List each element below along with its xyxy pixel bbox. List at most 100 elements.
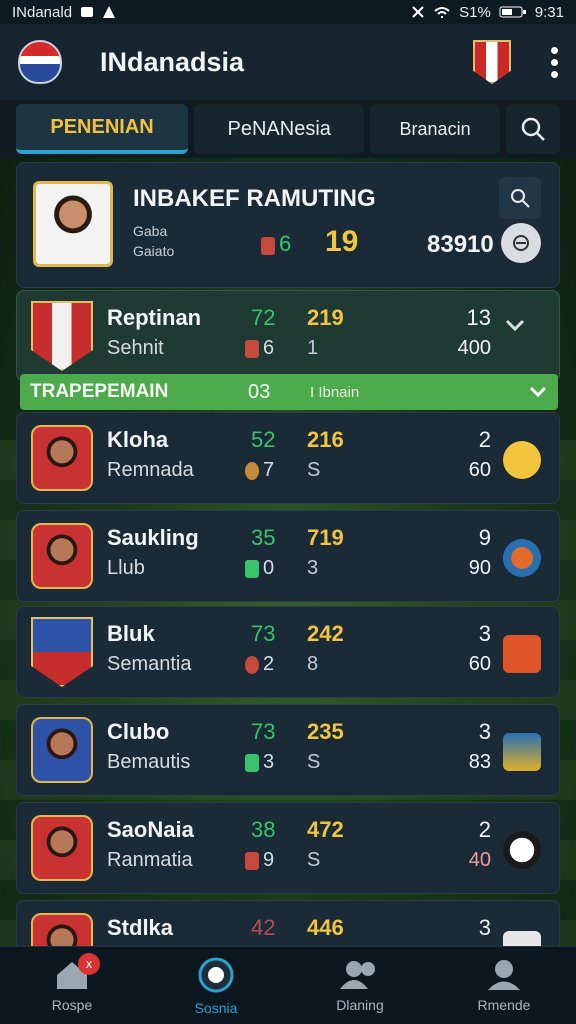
row-stat-top: 35 [251, 525, 276, 550]
card-icon [245, 559, 259, 578]
card-icon [245, 753, 259, 772]
row-sub: Bemautis [107, 751, 191, 773]
row-small: 8 [307, 653, 319, 675]
tab-bar: PENENIAN PeNANesia Branacin [0, 100, 576, 158]
row-score: 235 [307, 719, 344, 744]
row-right-bottom: 90 [468, 557, 491, 579]
featured-title: INBAKEF RAMUTING [133, 185, 376, 212]
row-stat-bottom: 7 [245, 459, 274, 482]
row-score: 219 [307, 305, 344, 330]
tab-penenian[interactable]: PENENIAN [16, 104, 189, 154]
nav-home[interactable]: x Rospe [12, 952, 132, 1013]
row-stat-top: 38 [251, 817, 276, 842]
battery-percent: S1% [459, 3, 491, 21]
section-sub: I Ibnain [310, 383, 360, 401]
shield-icon[interactable] [503, 635, 541, 673]
row-name: Reptinan [107, 305, 202, 330]
row-name: Saukling [107, 525, 199, 550]
row-right-top: 2 [478, 427, 491, 452]
row-score: 472 [307, 817, 344, 842]
chevron-down-icon[interactable] [528, 382, 548, 402]
row-name: Stdlka [107, 915, 174, 940]
row-small: 1 [307, 337, 319, 359]
row-name: Bluk [107, 621, 155, 646]
search-button[interactable] [505, 104, 560, 154]
list-item[interactable]: Reptinan Sehnit 72 6 219 1 13 400 [16, 290, 560, 382]
player-search-button[interactable] [499, 177, 541, 219]
club-badge-icon[interactable] [503, 539, 541, 577]
row-stat-bottom: 6 [245, 337, 274, 360]
whistle-button[interactable] [501, 223, 541, 263]
row-stat-bottom-value: 2 [263, 653, 275, 675]
row-right-top: 13 [466, 305, 491, 330]
tab-branacin[interactable]: Branacin [370, 104, 500, 154]
app-title: INdanadsia [100, 46, 245, 77]
featured-number: 19 [325, 225, 359, 258]
search-icon [521, 117, 545, 141]
nav-dlaning[interactable]: Dlaning [300, 959, 420, 1013]
club-badge-icon[interactable] [473, 40, 511, 84]
club-crest-icon [31, 301, 93, 371]
list-item[interactable]: Clubo Bemautis 73 3 235 S 3 83 [16, 704, 560, 796]
row-sub: Ranmatia [107, 849, 193, 871]
row-small: S [307, 459, 321, 481]
featured-code: 83910 [427, 231, 494, 258]
row-score: 719 [307, 525, 344, 550]
trophy-icon[interactable] [503, 441, 541, 479]
row-stat-top: 72 [251, 305, 276, 330]
ball-icon [245, 655, 259, 674]
chevron-down-icon[interactable] [503, 313, 541, 351]
search-icon [511, 189, 530, 208]
row-name: SaoNaia [107, 817, 194, 842]
featured-player-card[interactable]: INBAKEF RAMUTING Gaba Gaiato 6 19 83910 [16, 162, 560, 288]
list-item[interactable]: Stdlka 42 446 3 [16, 900, 560, 950]
list-item[interactable]: Saukling Llub 35 0 719 3 9 90 [16, 510, 560, 602]
list-item[interactable]: SaoNaia Ranmatia 38 9 472 S 2 40 [16, 802, 560, 894]
player-avatar [31, 913, 93, 949]
row-right-bottom: 400 [457, 337, 491, 359]
shield-icon[interactable] [503, 733, 541, 771]
nav-rmende[interactable]: Rmende [444, 959, 564, 1013]
section-number: 03 [248, 380, 271, 403]
row-right-bottom: 60 [468, 459, 491, 481]
club-crest-icon [31, 617, 93, 687]
list-item[interactable]: Bluk Semantia 73 2 242 8 3 60 [16, 606, 560, 698]
row-sub: Remnada [107, 459, 194, 481]
section-header[interactable]: TRAPEPEMAIN 03 I Ibnain [20, 374, 558, 410]
player-avatar [31, 523, 93, 589]
player-avatar [31, 815, 93, 881]
notification-badge: x [78, 952, 100, 975]
soccer-ball-icon[interactable] [503, 831, 541, 869]
row-stat-bottom: 3 [245, 751, 274, 774]
row-name: Kloha [107, 427, 169, 452]
notification-icon [81, 7, 94, 17]
list-item[interactable]: Kloha Remnada 52 7 216 S 2 60 [16, 412, 560, 504]
tab-penanesia[interactable]: PeNANesia [194, 104, 365, 154]
app-bar: INdanadsia [0, 24, 576, 100]
soccer-ball-icon [198, 957, 234, 992]
row-stat-top: 42 [251, 915, 276, 940]
alert-icon [103, 6, 116, 18]
user-icon [488, 959, 520, 990]
featured-line2: Gaiato [133, 243, 175, 259]
row-right-top: 3 [478, 719, 491, 744]
row-score: 216 [307, 427, 344, 452]
stat-icon [261, 237, 275, 255]
users-icon [340, 960, 375, 989]
bottom-navigation: x Rospe Sosnia Dlaning Rmende [0, 946, 576, 1024]
battery-icon [499, 6, 526, 18]
row-right-top: 2 [478, 817, 491, 842]
row-sub: Sehnit [107, 337, 164, 359]
status-bar: INdanald S1% 9:31 [0, 0, 576, 24]
more-menu-icon[interactable] [551, 46, 558, 78]
nav-label: Dlaning [336, 996, 384, 1013]
row-stat-bottom-value: 0 [263, 557, 275, 579]
nav-sosnia[interactable]: Sosnia [156, 956, 276, 1016]
row-right-bottom: 83 [468, 751, 491, 773]
player-avatar [33, 181, 113, 267]
nav-label: Rospe [51, 996, 93, 1013]
carrier-text: INdanald [12, 3, 73, 21]
row-small: 3 [307, 557, 319, 579]
ball-icon [245, 461, 259, 480]
nav-label: Rmende [477, 996, 531, 1013]
